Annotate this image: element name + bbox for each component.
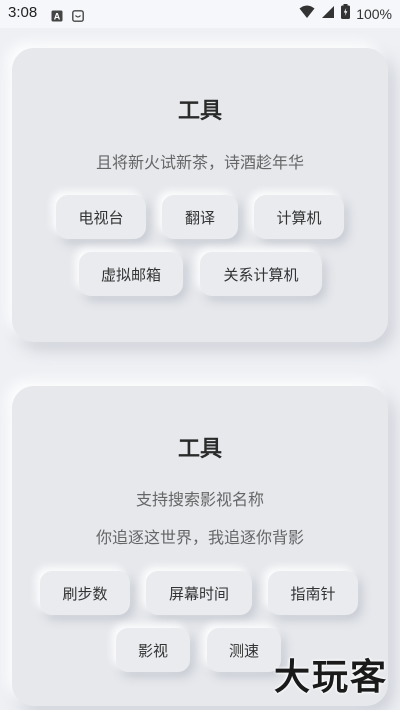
card-title: 工具 bbox=[177, 437, 222, 462]
screen-time-button[interactable]: 屏幕时间 bbox=[146, 571, 252, 615]
calculator-button[interactable]: 计算机 bbox=[254, 195, 344, 239]
virtual-mailbox-button[interactable]: 虚拟邮箱 bbox=[79, 252, 183, 296]
smile-box-icon bbox=[72, 7, 84, 26]
card-subtitle: 且将新火试新茶，诗酒趁年华 bbox=[95, 153, 304, 172]
battery-icon bbox=[341, 4, 351, 23]
battery-percentage: 100% bbox=[356, 5, 392, 22]
relationship-calculator-button[interactable]: 关系计算机 bbox=[200, 252, 322, 296]
tools-card-1: 工具 且将新火试新茶，诗酒趁年华 电视台 翻译 计算机 虚拟邮箱 关系计算机 bbox=[12, 48, 388, 342]
speed-test-button[interactable]: 测速 bbox=[207, 628, 281, 672]
status-bar: 3:08 A 100% bbox=[0, 0, 400, 28]
tv-station-button[interactable]: 电视台 bbox=[56, 195, 146, 239]
translate-button[interactable]: 翻译 bbox=[162, 195, 238, 239]
step-count-button[interactable]: 刷步数 bbox=[40, 571, 130, 615]
card-title: 工具 bbox=[177, 99, 222, 124]
card-subtitle: 你追逐这世界，我追逐你背影 bbox=[95, 528, 304, 547]
signal-icon bbox=[321, 4, 335, 23]
status-time: 3:08 bbox=[8, 4, 38, 21]
compass-button[interactable]: 指南针 bbox=[268, 571, 358, 615]
a-box-icon: A bbox=[51, 7, 63, 26]
card-subtitle: 支持搜索影视名称 bbox=[135, 490, 264, 509]
status-right: 100% bbox=[299, 4, 392, 23]
watermark-logo: 大玩客 bbox=[273, 657, 388, 698]
status-notification-icons: A bbox=[51, 7, 84, 26]
movies-button[interactable]: 影视 bbox=[116, 628, 190, 672]
wifi-icon bbox=[299, 4, 315, 23]
svg-text:A: A bbox=[54, 12, 61, 22]
